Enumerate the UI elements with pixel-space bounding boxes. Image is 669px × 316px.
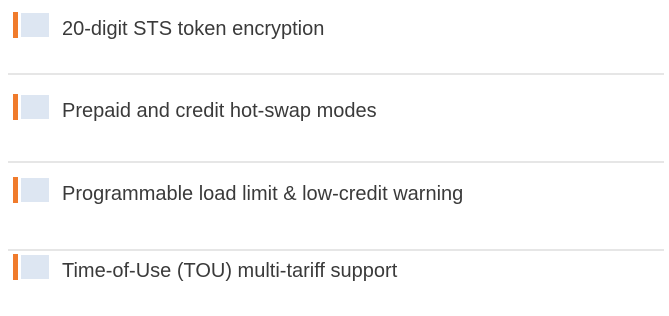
accent-bar [13, 12, 18, 38]
accent-bar [13, 177, 18, 203]
bullet-icon [13, 177, 49, 203]
feature-label: Time-of-Use (TOU) multi-tariff support [62, 260, 398, 282]
bullet-icon [13, 12, 49, 38]
feature-item: Prepaid and credit hot-swap modes [0, 94, 669, 154]
accent-bar [13, 254, 18, 280]
feature-item: 20-digit STS token encryption [0, 12, 669, 72]
feature-item: Time-of-Use (TOU) multi-tariff support [0, 254, 669, 314]
divider [8, 249, 664, 251]
bullet-box [21, 13, 49, 37]
accent-bar [13, 94, 18, 120]
feature-label: Programmable load limit & low-credit war… [62, 183, 464, 205]
bullet-icon [13, 254, 49, 280]
feature-list: 20-digit STS token encryption Prepaid an… [0, 0, 669, 316]
divider [8, 73, 664, 75]
bullet-box [21, 255, 49, 279]
bullet-box [21, 95, 49, 119]
feature-label: Prepaid and credit hot-swap modes [62, 100, 377, 122]
bullet-icon [13, 94, 49, 120]
bullet-box [21, 178, 49, 202]
feature-item: Programmable load limit & low-credit war… [0, 177, 669, 237]
divider [8, 161, 664, 163]
feature-label: 20-digit STS token encryption [62, 18, 325, 40]
